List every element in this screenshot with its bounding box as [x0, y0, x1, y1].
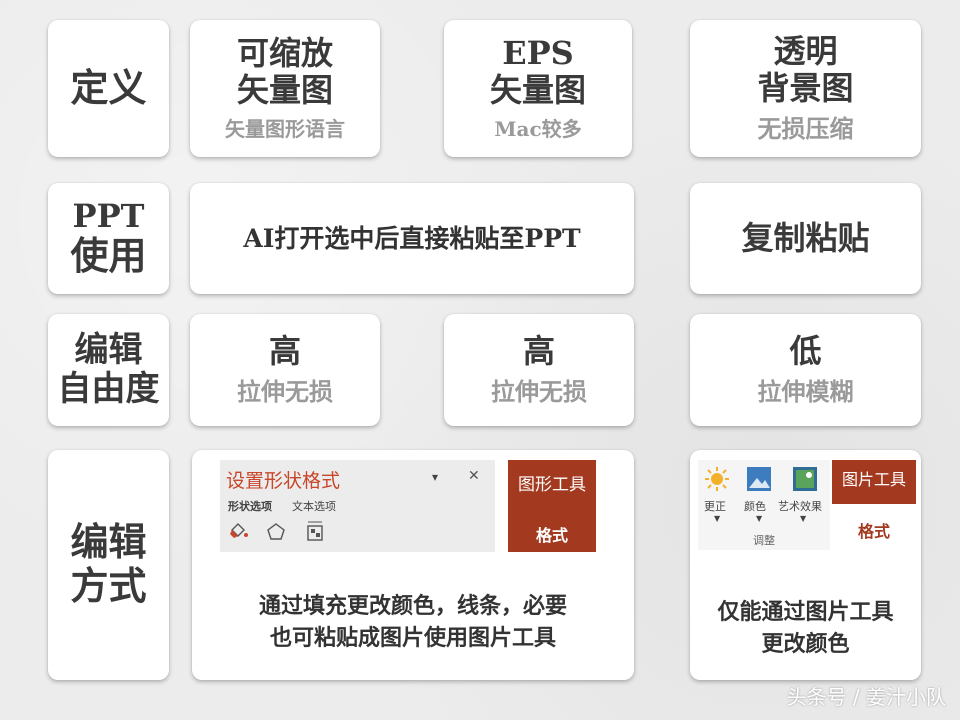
chevron-down-icon[interactable]: ▼: [800, 514, 806, 523]
artistic-effects-icon[interactable]: [792, 466, 818, 492]
cell-title-line: 矢量图: [236, 71, 333, 109]
row-label-line: 自由度: [57, 369, 160, 409]
close-icon[interactable]: ✕: [468, 468, 480, 484]
picture-adjust-ribbon: 更正 颜色 艺术效果 ▼ ▼ ▼ 调整: [698, 460, 830, 550]
cell-subtitle: Mac较多: [494, 116, 582, 141]
cell-subtitle: 拉伸无损: [491, 377, 587, 406]
cell-subtitle: 矢量图形语言: [225, 116, 345, 141]
row-label-line: PPT: [72, 197, 145, 236]
cell-title-line: EPS: [502, 34, 574, 73]
cell-freedom-eps: 高 拉伸无损: [444, 314, 634, 426]
picture-tools-format-tab[interactable]: 格式: [832, 518, 916, 542]
cell-title: 高: [268, 332, 301, 371]
cell-ppt-copy-paste: 复制粘贴: [690, 183, 921, 294]
row-label-line: 编辑: [70, 520, 147, 565]
row-label-text: 定义: [70, 65, 147, 110]
cell-title: 高: [522, 332, 555, 371]
chevron-down-icon[interactable]: ▼: [714, 514, 720, 523]
cell-scalable-vector: 可缩放 矢量图 矢量图形语言: [190, 20, 380, 157]
row-label-line: 使用: [70, 234, 147, 279]
tab-shape-options[interactable]: 形状选项: [228, 498, 272, 514]
pane-title: 设置形状格式: [226, 470, 341, 492]
cell-edit-method-vector: 设置形状格式 ▾ ✕ 形状选项 文本选项 图形工具 格式 通过填充更改颜色，线条…: [192, 450, 634, 680]
shape-tools-tab[interactable]: 图形工具 格式: [508, 460, 596, 552]
cell-text-line: 通过填充更改颜色，线条，必要: [258, 594, 567, 619]
watermark: 头条号 / 姜汁小队: [786, 685, 946, 709]
cell-title: 低: [789, 332, 822, 371]
artistic-effects-button-label[interactable]: 艺术效果: [778, 498, 822, 514]
size-properties-icon[interactable]: [304, 520, 326, 542]
cell-text: 复制粘贴: [741, 219, 870, 258]
shape-tools-format-tab[interactable]: 格式: [508, 522, 596, 546]
fill-bucket-icon[interactable]: [228, 522, 250, 542]
row-label-definition: 定义: [48, 20, 169, 157]
cell-text-line: 仅能通过图片工具: [717, 600, 894, 625]
pane-dropdown-icon[interactable]: ▾: [432, 470, 438, 484]
cell-subtitle: 拉伸无损: [237, 377, 333, 406]
adjust-group-label: 调整: [753, 534, 775, 547]
row-label-edit-freedom: 编辑 自由度: [48, 314, 169, 426]
cell-title-line: 透明: [773, 32, 838, 71]
shape-tools-group: 图形工具: [518, 475, 586, 495]
cell-transparent-bg: 透明 背景图 无损压缩: [690, 20, 921, 157]
cell-title-line: 背景图: [757, 69, 854, 107]
cell-eps-vector: EPS 矢量图 Mac较多: [444, 20, 632, 157]
cell-text: AI打开选中后直接粘贴至PPT: [243, 223, 581, 253]
color-button-label[interactable]: 颜色: [744, 498, 766, 514]
cell-subtitle: 无损压缩: [757, 114, 854, 143]
picture-tools-group: 图片工具: [832, 460, 916, 504]
row-label-edit-method: 编辑 方式: [48, 450, 169, 680]
cell-title-line: 矢量图: [489, 71, 586, 109]
row-label-line: 编辑: [74, 329, 143, 370]
row-label-ppt: PPT 使用: [48, 183, 169, 294]
pentagon-effects-icon[interactable]: [266, 522, 286, 542]
cell-title-line: 可缩放: [236, 34, 333, 73]
shape-format-pane: 设置形状格式 ▾ ✕ 形状选项 文本选项: [220, 460, 495, 552]
correction-button-label[interactable]: 更正: [704, 498, 726, 514]
cell-freedom-png: 低 拉伸模糊: [690, 314, 921, 426]
cell-subtitle: 拉伸模糊: [757, 377, 854, 406]
cell-freedom-svg: 高 拉伸无损: [190, 314, 380, 426]
tab-text-options[interactable]: 文本选项: [292, 498, 336, 514]
chevron-down-icon[interactable]: ▼: [756, 514, 762, 523]
row-label-line: 方式: [70, 564, 147, 608]
picture-tools-tab[interactable]: 图片工具 格式: [832, 460, 916, 550]
cell-ppt-ai-paste: AI打开选中后直接粘贴至PPT: [190, 183, 634, 294]
sun-correction-icon[interactable]: [704, 466, 730, 492]
cell-text-line: 更改颜色: [761, 632, 850, 657]
cell-text-line: 也可粘贴成图片使用图片工具: [269, 626, 556, 651]
cell-edit-method-picture: 更正 颜色 艺术效果 ▼ ▼ ▼ 调整 图片工具 格式 仅能通过图片工具 更改颜…: [690, 450, 921, 680]
color-picture-icon[interactable]: [746, 466, 772, 492]
